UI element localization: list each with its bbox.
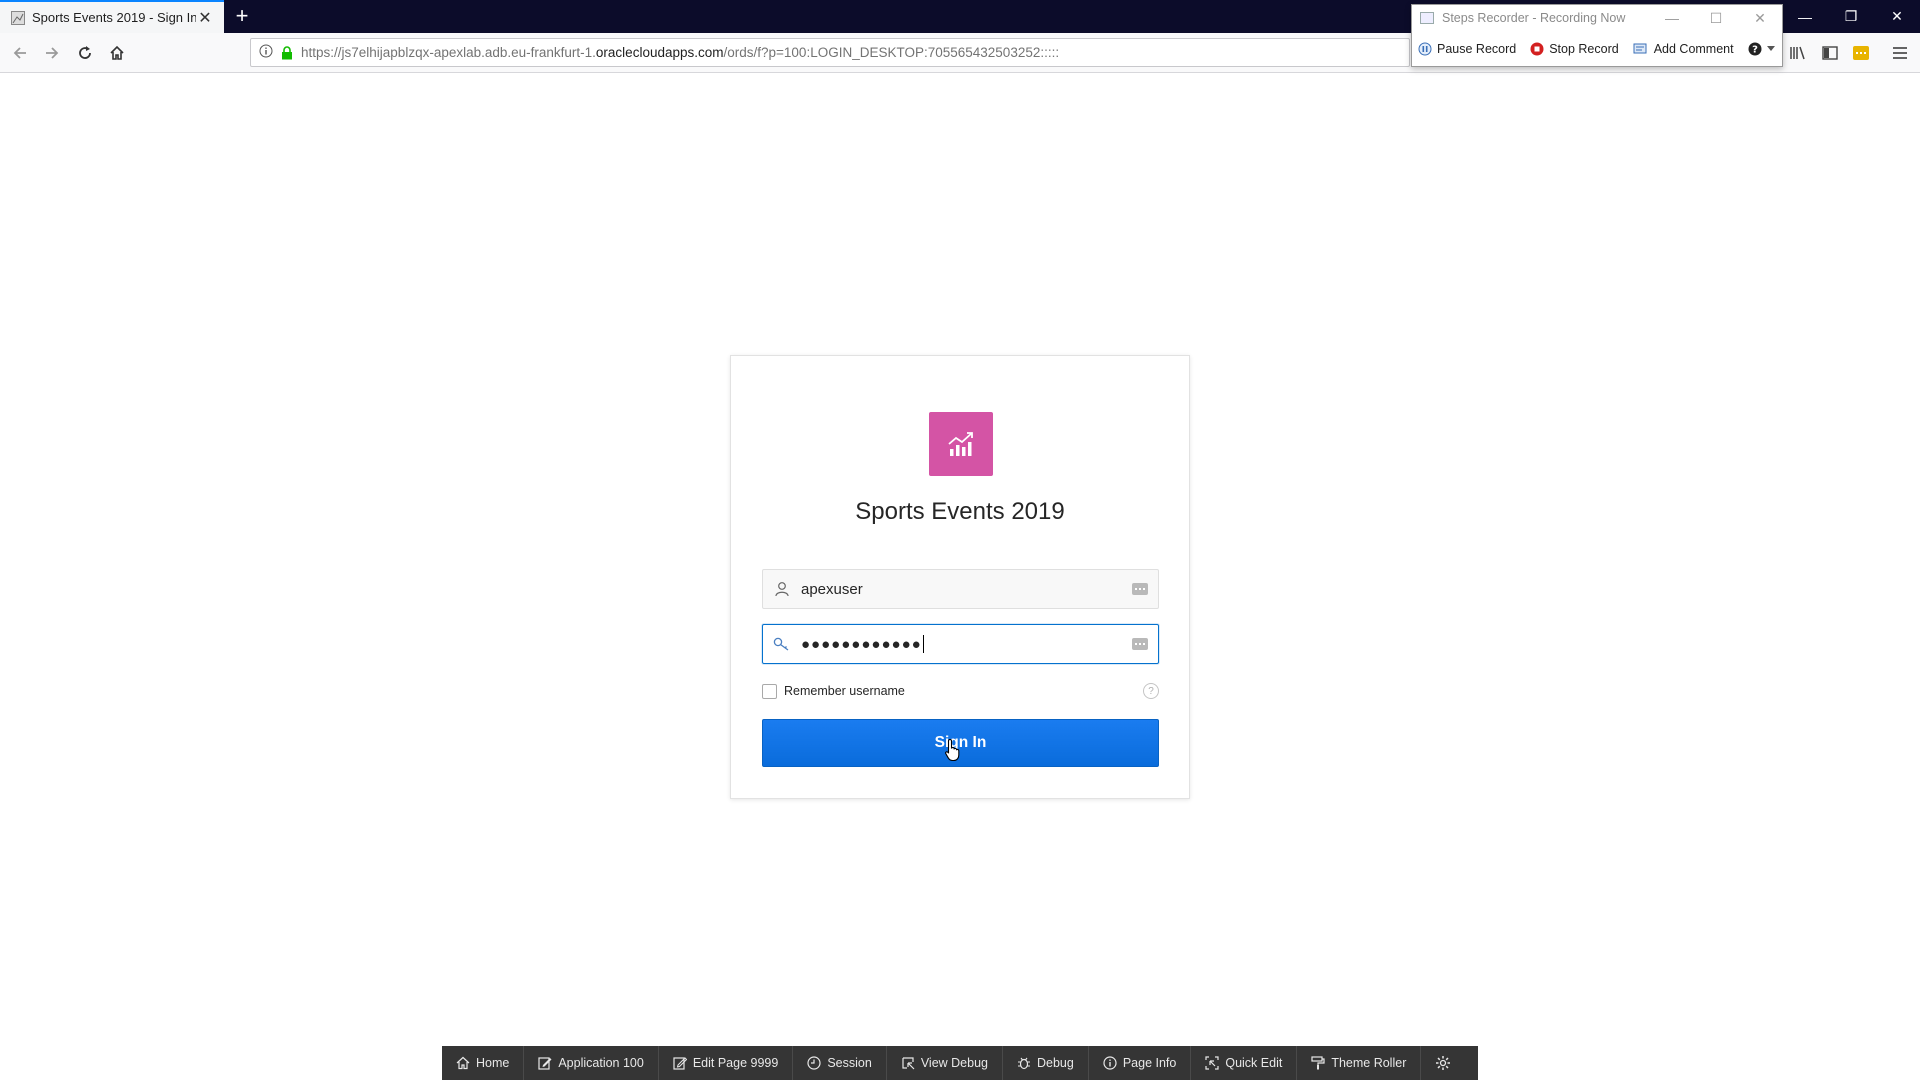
steps-recorder-title: Steps Recorder - Recording Now [1442,11,1626,25]
browser-tab-active[interactable]: Sports Events 2019 - Sign In ✕ [0,0,224,33]
app-logo [929,412,993,476]
remember-username-checkbox[interactable] [762,683,777,699]
autofill-icon[interactable] [1132,583,1148,595]
steps-minimize-button[interactable]: — [1650,10,1694,26]
url-domain: oraclecloudapps.com [595,45,724,60]
steps-recorder-app-icon [1420,12,1434,24]
pause-icon [1418,42,1432,56]
steps-recorder-toolbar: Pause Record Stop Record Add Comment ? [1412,31,1782,67]
devbar-debug[interactable]: Debug [1003,1046,1089,1080]
devbar-view-debug[interactable]: View Debug [887,1046,1003,1080]
stop-record-button[interactable]: Stop Record [1530,42,1619,56]
devbar-edit-page-label: Edit Page 9999 [692,1056,779,1070]
home-button[interactable] [103,39,131,67]
steps-close-button[interactable]: ✕ [1738,10,1782,27]
dropdown-arrow-icon [1766,46,1775,51]
hand-cursor-icon [945,738,960,762]
info-icon [1103,1056,1117,1070]
close-window-button[interactable]: ✕ [1874,0,1920,33]
reload-icon [79,46,91,59]
autofill-icon[interactable] [1132,638,1148,650]
home-icon [110,45,124,60]
devbar-home-label: Home [476,1056,510,1070]
app-title: Sports Events 2019 [855,498,1065,525]
devbar-view-debug-label: View Debug [920,1056,988,1070]
back-arrow-icon [13,47,26,59]
help-circle-icon: ? [1748,42,1762,56]
secure-lock-icon [281,45,293,60]
restore-window-button[interactable]: ❐ [1828,0,1874,33]
edit-page-icon [673,1057,687,1070]
devbar-home[interactable]: Home [442,1046,525,1080]
gear-icon [1436,1056,1451,1070]
extension-icon[interactable] [1849,41,1873,65]
text-caret [922,635,924,653]
url-prefix: https://js7elhijapblzqx-apexlab.adb.eu-f… [301,45,596,60]
bug-icon [1018,1057,1030,1070]
remember-username-label[interactable]: Remember username [784,684,905,698]
forward-arrow-icon [46,47,59,59]
sidebar-toggle-icon[interactable] [1818,41,1842,65]
remember-username-row: Remember username ? [762,681,1159,701]
new-tab-button[interactable]: + [228,2,256,30]
devbar-page-info[interactable]: Page Info [1089,1046,1192,1080]
svg-text:?: ? [1752,45,1758,56]
menu-hamburger-icon[interactable] [1888,41,1912,65]
home-icon [456,1056,470,1070]
devbar-quick-edit[interactable]: Quick Edit [1191,1046,1298,1080]
stop-icon [1530,42,1544,56]
devbar-theme-roller-label: Theme Roller [1331,1056,1407,1070]
password-field[interactable]: ●●●●●●●●●●●● [762,624,1159,664]
devbar-page-info-label: Page Info [1122,1056,1177,1070]
steps-recorder-titlebar: Steps Recorder - Recording Now — ☐ ✕ [1412,5,1782,31]
pause-record-label: Pause Record [1437,42,1517,56]
clock-icon [807,1056,821,1070]
username-field[interactable]: apexuser [762,569,1159,609]
devbar-application-label: Application 100 [558,1056,644,1070]
quick-edit-icon [1205,1056,1219,1070]
paint-roller-icon [1311,1056,1325,1070]
devbar-quick-edit-label: Quick Edit [1225,1056,1283,1070]
address-bar[interactable]: https://js7elhijapblzqx-apexlab.adb.eu-f… [250,38,1410,67]
back-button[interactable] [6,39,34,67]
devbar-application[interactable]: Application 100 [524,1046,659,1080]
tab-title: Sports Events 2019 - Sign In [32,10,196,25]
steps-maximize-button[interactable]: ☐ [1694,10,1738,27]
steps-recorder-window: Steps Recorder - Recording Now — ☐ ✕ Pau… [1411,4,1783,67]
forward-button[interactable] [38,39,66,67]
pause-record-button[interactable]: Pause Record [1418,42,1516,56]
comment-icon [1633,43,1647,54]
password-mask: ●●●●●●●●●●●● [801,635,922,653]
devbar-debug-label: Debug [1037,1056,1074,1070]
help-icon[interactable]: ? [1143,683,1159,699]
minimize-window-button[interactable]: — [1782,0,1828,33]
login-card: Sports Events 2019 apexuser ●●●●●●●●●●●●… [730,355,1190,799]
site-info-icon[interactable] [259,44,273,61]
stop-record-label: Stop Record [1549,42,1619,56]
user-icon [763,581,801,597]
view-debug-icon [902,1057,915,1070]
devbar-settings[interactable] [1421,1046,1465,1080]
username-input[interactable]: apexuser [801,570,1132,608]
password-input[interactable]: ●●●●●●●●●●●● [801,625,1132,663]
reload-button[interactable] [71,39,99,67]
url-suffix: /ords/f?p=100:LOGIN_DESKTOP:705565432503… [723,45,1060,60]
steps-help-button[interactable]: ? [1748,42,1775,56]
tab-close-icon[interactable]: ✕ [196,9,214,27]
add-comment-button[interactable]: Add Comment [1633,42,1734,56]
chart-logo-icon [948,432,973,456]
devbar-session[interactable]: Session [793,1046,887,1080]
key-icon [763,637,801,651]
edit-app-icon [538,1057,552,1070]
devbar-theme-roller[interactable]: Theme Roller [1297,1046,1422,1080]
devbar-session-label: Session [827,1056,872,1070]
devbar-edit-page[interactable]: Edit Page 9999 [659,1046,794,1080]
add-comment-label: Add Comment [1653,42,1734,56]
page-favicon-icon [10,10,26,26]
library-icon[interactable] [1786,41,1810,65]
developer-toolbar: Home Application 100 Edit Page 9999 Sess… [442,1046,1478,1080]
